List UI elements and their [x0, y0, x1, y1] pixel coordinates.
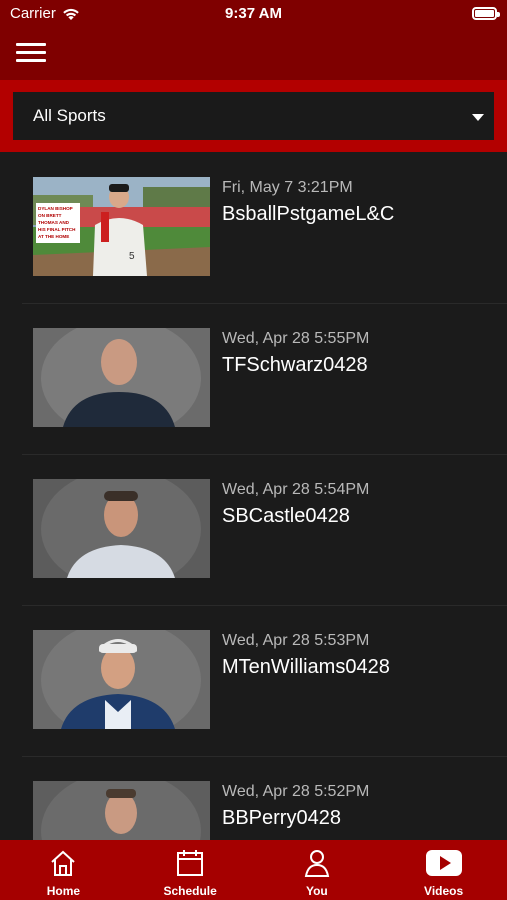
video-title: MTenWilliams0428 — [222, 656, 390, 678]
thumb-caption-line: ON BRETT — [38, 213, 62, 218]
video-title: SBCastle0428 — [222, 505, 350, 527]
app-screen: Carrier 9:37 AM All Sports 5 DYLAN BISHO… — [0, 0, 507, 900]
video-title: TFSchwarz0428 — [222, 354, 368, 376]
thumb-caption-line: HIS FINAL PITCH — [38, 227, 76, 232]
video-date: Fri, May 7 3:21PM — [222, 179, 353, 196]
bottom-tab-bar: Home Schedule You Videos — [0, 840, 507, 900]
tab-you[interactable]: You — [254, 840, 381, 900]
person-headshot-image — [33, 630, 210, 729]
tab-videos[interactable]: Videos — [380, 840, 507, 900]
video-thumbnail — [33, 781, 210, 840]
clock: 9:37 AM — [225, 5, 282, 22]
video-title: BBPerry0428 — [222, 807, 341, 829]
video-thumbnail — [33, 328, 210, 427]
person-headshot-image — [33, 781, 210, 840]
video-list-item[interactable]: 5 DYLAN BISHOP ON BRETT THOMAS AND HIS F… — [22, 152, 507, 304]
video-thumbnail — [33, 479, 210, 578]
home-icon — [51, 850, 76, 876]
tab-schedule[interactable]: Schedule — [127, 840, 254, 900]
video-title: BsballPstgameL&C — [222, 203, 395, 225]
sport-filter-value: All Sports — [33, 106, 106, 125]
tab-label: Videos — [424, 884, 464, 898]
video-date: Wed, Apr 28 5:55PM — [222, 330, 370, 347]
status-bar: Carrier 9:37 AM — [0, 0, 507, 30]
sport-filter-dropdown[interactable]: All Sports — [13, 92, 494, 140]
play-icon — [425, 850, 462, 876]
tab-label: You — [305, 884, 328, 898]
tab-label: Home — [46, 884, 81, 898]
battery-icon — [472, 7, 500, 20]
top-bar: Carrier 9:37 AM All Sports — [0, 0, 507, 152]
svg-text:5: 5 — [129, 251, 135, 262]
thumb-caption-line: DYLAN BISHOP — [38, 206, 73, 211]
video-list-item[interactable]: Wed, Apr 28 5:52PM BBPerry0428 — [22, 756, 507, 840]
video-list-item[interactable]: Wed, Apr 28 5:53PM MTenWilliams0428 — [22, 605, 507, 757]
video-list: 5 DYLAN BISHOP ON BRETT THOMAS AND HIS F… — [0, 152, 507, 840]
filter-bar: All Sports — [0, 80, 507, 152]
tab-label: Schedule — [163, 884, 217, 898]
calendar-icon — [177, 850, 204, 876]
chevron-down-icon — [472, 114, 484, 121]
video-thumbnail — [33, 630, 210, 729]
thumb-caption-line: THOMAS AND — [38, 220, 70, 225]
person-headshot-image — [33, 479, 210, 578]
thumb-caption-line: AT THE HOME — [38, 234, 69, 239]
video-date: Wed, Apr 28 5:54PM — [222, 481, 370, 498]
person-icon — [304, 850, 330, 877]
tab-home[interactable]: Home — [0, 840, 127, 900]
baseball-player-thumbnail-image: 5 DYLAN BISHOP ON BRETT THOMAS AND HIS F… — [33, 177, 210, 276]
video-list-item[interactable]: Wed, Apr 28 5:54PM SBCastle0428 — [22, 454, 507, 606]
hamburger-menu-icon[interactable] — [16, 43, 46, 63]
video-list-item[interactable]: Wed, Apr 28 5:55PM TFSchwarz0428 — [22, 303, 507, 455]
video-date: Wed, Apr 28 5:53PM — [222, 632, 370, 649]
video-date: Wed, Apr 28 5:52PM — [222, 783, 370, 800]
video-thumbnail: 5 DYLAN BISHOP ON BRETT THOMAS AND HIS F… — [33, 177, 210, 276]
person-headshot-image — [33, 328, 210, 427]
